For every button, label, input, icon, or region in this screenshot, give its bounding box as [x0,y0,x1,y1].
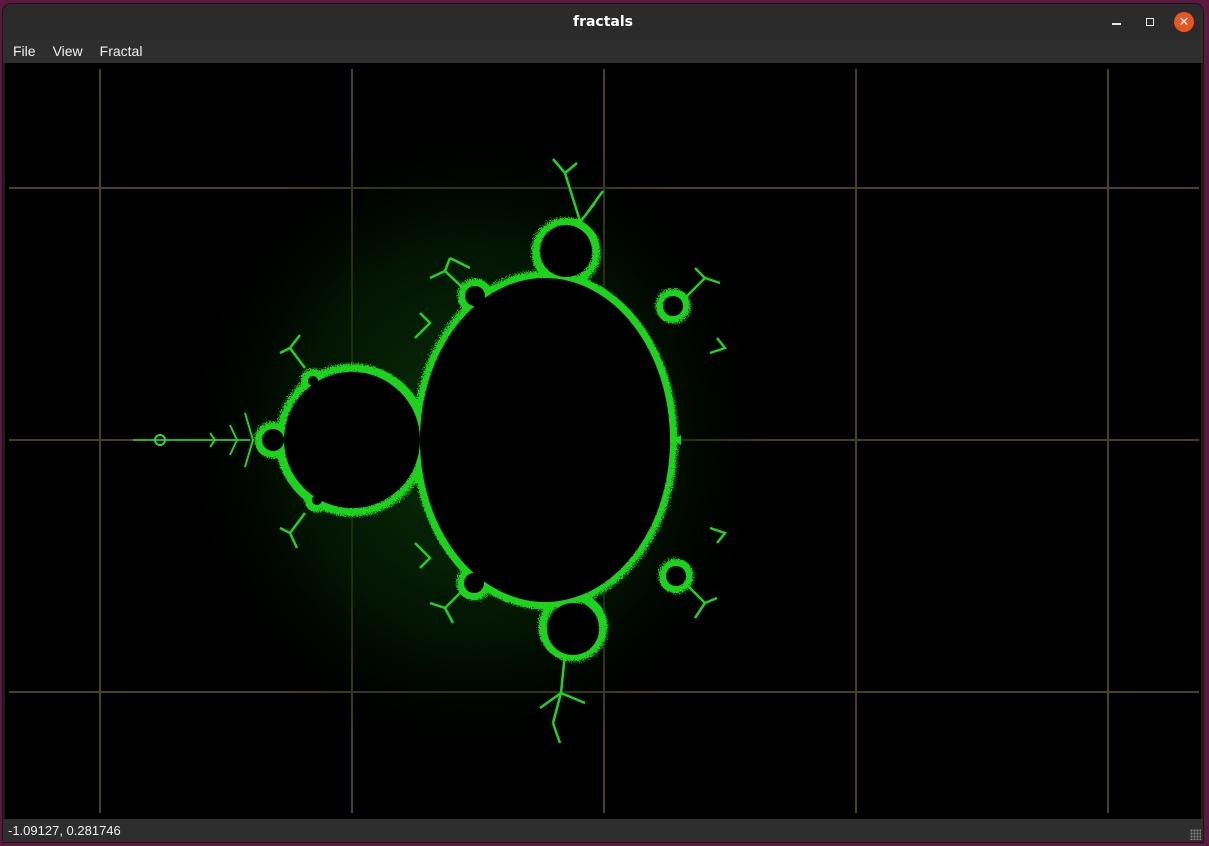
cursor-coordinates: -1.09127, 0.281746 [8,823,121,838]
fractal-view[interactable] [5,63,1201,819]
menu-bar: File View Fractal [3,40,1203,63]
title-bar[interactable]: fractals ✕ [3,4,1203,41]
close-button[interactable]: ✕ [1174,12,1194,32]
maximize-button[interactable] [1140,12,1160,32]
window-title: fractals [572,14,633,30]
app-window: fractals ✕ File View Fractal -1.09127, 0… [3,4,1203,842]
menu-view[interactable]: View [46,40,90,63]
resize-grip-icon[interactable] [1190,829,1201,840]
close-icon: ✕ [1178,14,1190,30]
fractal-canvas[interactable] [5,63,1201,819]
menu-fractal[interactable]: Fractal [93,40,150,63]
menu-file[interactable]: File [6,40,43,63]
minimize-button[interactable] [1106,12,1126,32]
status-bar: -1.09127, 0.281746 [3,819,1203,842]
minimize-icon [1111,23,1121,25]
maximize-icon [1146,18,1154,26]
